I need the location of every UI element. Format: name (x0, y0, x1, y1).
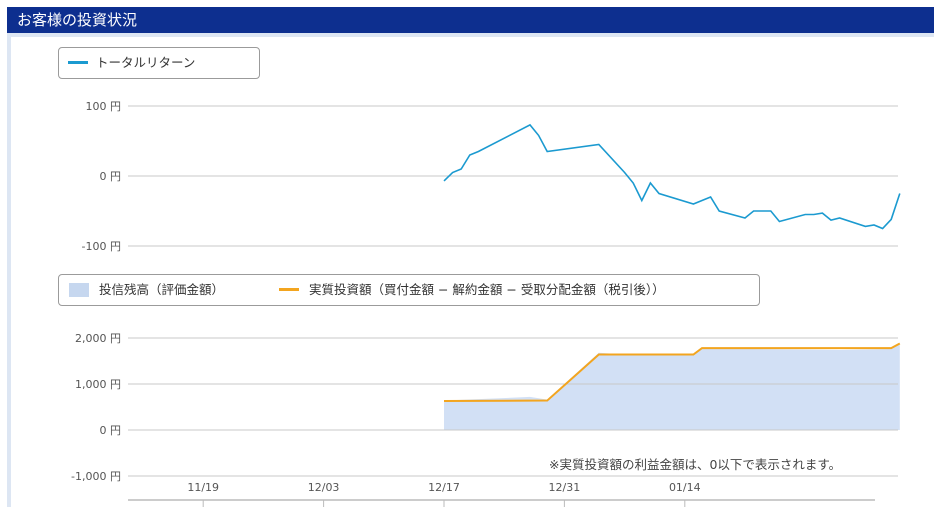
y-tick-label: -100 円 (82, 240, 121, 253)
x-tick-label: 12/31 (549, 481, 581, 494)
y-tick-label: 0 円 (100, 170, 122, 183)
y-tick-label: 1,000 円 (75, 378, 121, 391)
x-tick-label: 12/03 (308, 481, 340, 494)
y-tick-label: -1,000 円 (71, 470, 121, 483)
total-return-line (443, 123, 901, 230)
balance-area (444, 344, 900, 430)
y-tick-label: 100 円 (86, 100, 122, 113)
y-tick-label: 0 円 (100, 424, 122, 437)
profit-note: ※実質投資額の利益金額は、0以下で表示されます。 (549, 457, 842, 472)
charts-svg: 100 円 0 円 -100 円 2,000 円 1,000 円 0 円 -1,000 円 1… (71, 100, 901, 507)
x-tick-label: 01/14 (669, 481, 701, 494)
y-tick-label: 2,000 円 (75, 332, 121, 345)
x-tick-label: 11/19 (187, 481, 219, 494)
x-tick-label: 12/17 (428, 481, 460, 494)
